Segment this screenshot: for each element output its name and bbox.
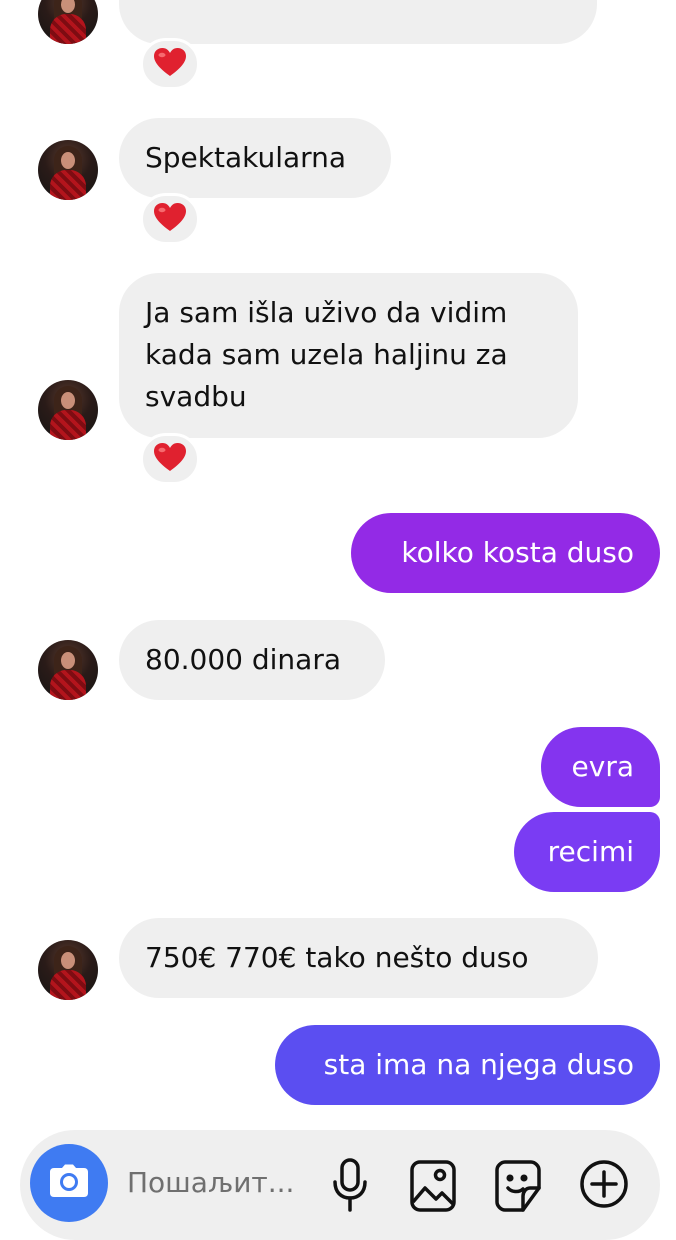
message-text: 80.000 dinara [145, 643, 341, 676]
message-bubble-incoming[interactable]: 80.000 dinara [119, 620, 385, 700]
avatar[interactable] [38, 0, 98, 44]
message-line: svadbu [145, 380, 247, 413]
reaction-badge[interactable] [140, 433, 200, 485]
message-text: Spektakularna [145, 141, 347, 174]
message-text: kolko kosta duso [401, 536, 634, 569]
camera-icon [49, 1164, 89, 1202]
message-text: 750€ 770€ tako nešto duso [145, 941, 529, 974]
message-text: recimi [547, 835, 634, 868]
message-bubble-outgoing[interactable]: evra [541, 727, 660, 807]
camera-button[interactable] [30, 1144, 108, 1222]
message-bubble-incoming[interactable]: Spektakularna [119, 118, 391, 198]
heart-icon [153, 202, 187, 236]
message-bubble-outgoing[interactable]: recimi [514, 812, 660, 892]
message-input[interactable]: Пошаљит... [127, 1163, 294, 1203]
message-text: evra [571, 750, 634, 783]
avatar[interactable] [38, 640, 98, 700]
sticker-button[interactable] [490, 1158, 546, 1214]
avatar[interactable] [38, 380, 98, 440]
message-text: sta ima na njega duso [323, 1048, 634, 1081]
message-line: kada sam uzela haljinu za [145, 338, 508, 371]
heart-icon [153, 47, 187, 81]
avatar[interactable] [38, 940, 98, 1000]
message-bubble-outgoing[interactable]: sta ima na njega duso [275, 1025, 660, 1105]
gallery-button[interactable] [405, 1158, 461, 1214]
message-bubble-cutoff[interactable] [119, 0, 597, 44]
avatar[interactable] [38, 140, 98, 200]
add-button[interactable] [576, 1158, 632, 1214]
microphone-button[interactable] [322, 1158, 378, 1214]
microphone-icon [332, 1158, 368, 1218]
message-bubble-outgoing[interactable]: kolko kosta duso [351, 513, 660, 593]
sticker-icon [494, 1158, 542, 1218]
reaction-badge[interactable] [140, 38, 200, 90]
message-bubble-incoming[interactable]: Ja sam išla uživo da vidim kada sam uzel… [119, 273, 578, 438]
add-icon [578, 1158, 630, 1218]
heart-icon [153, 442, 187, 476]
message-bubble-incoming[interactable]: 750€ 770€ tako nešto duso [119, 918, 598, 998]
message-composer: Пошаљит... [20, 1130, 660, 1240]
gallery-icon [409, 1158, 457, 1218]
reaction-badge[interactable] [140, 193, 200, 245]
message-line: Ja sam išla uživo da vidim [145, 296, 508, 329]
